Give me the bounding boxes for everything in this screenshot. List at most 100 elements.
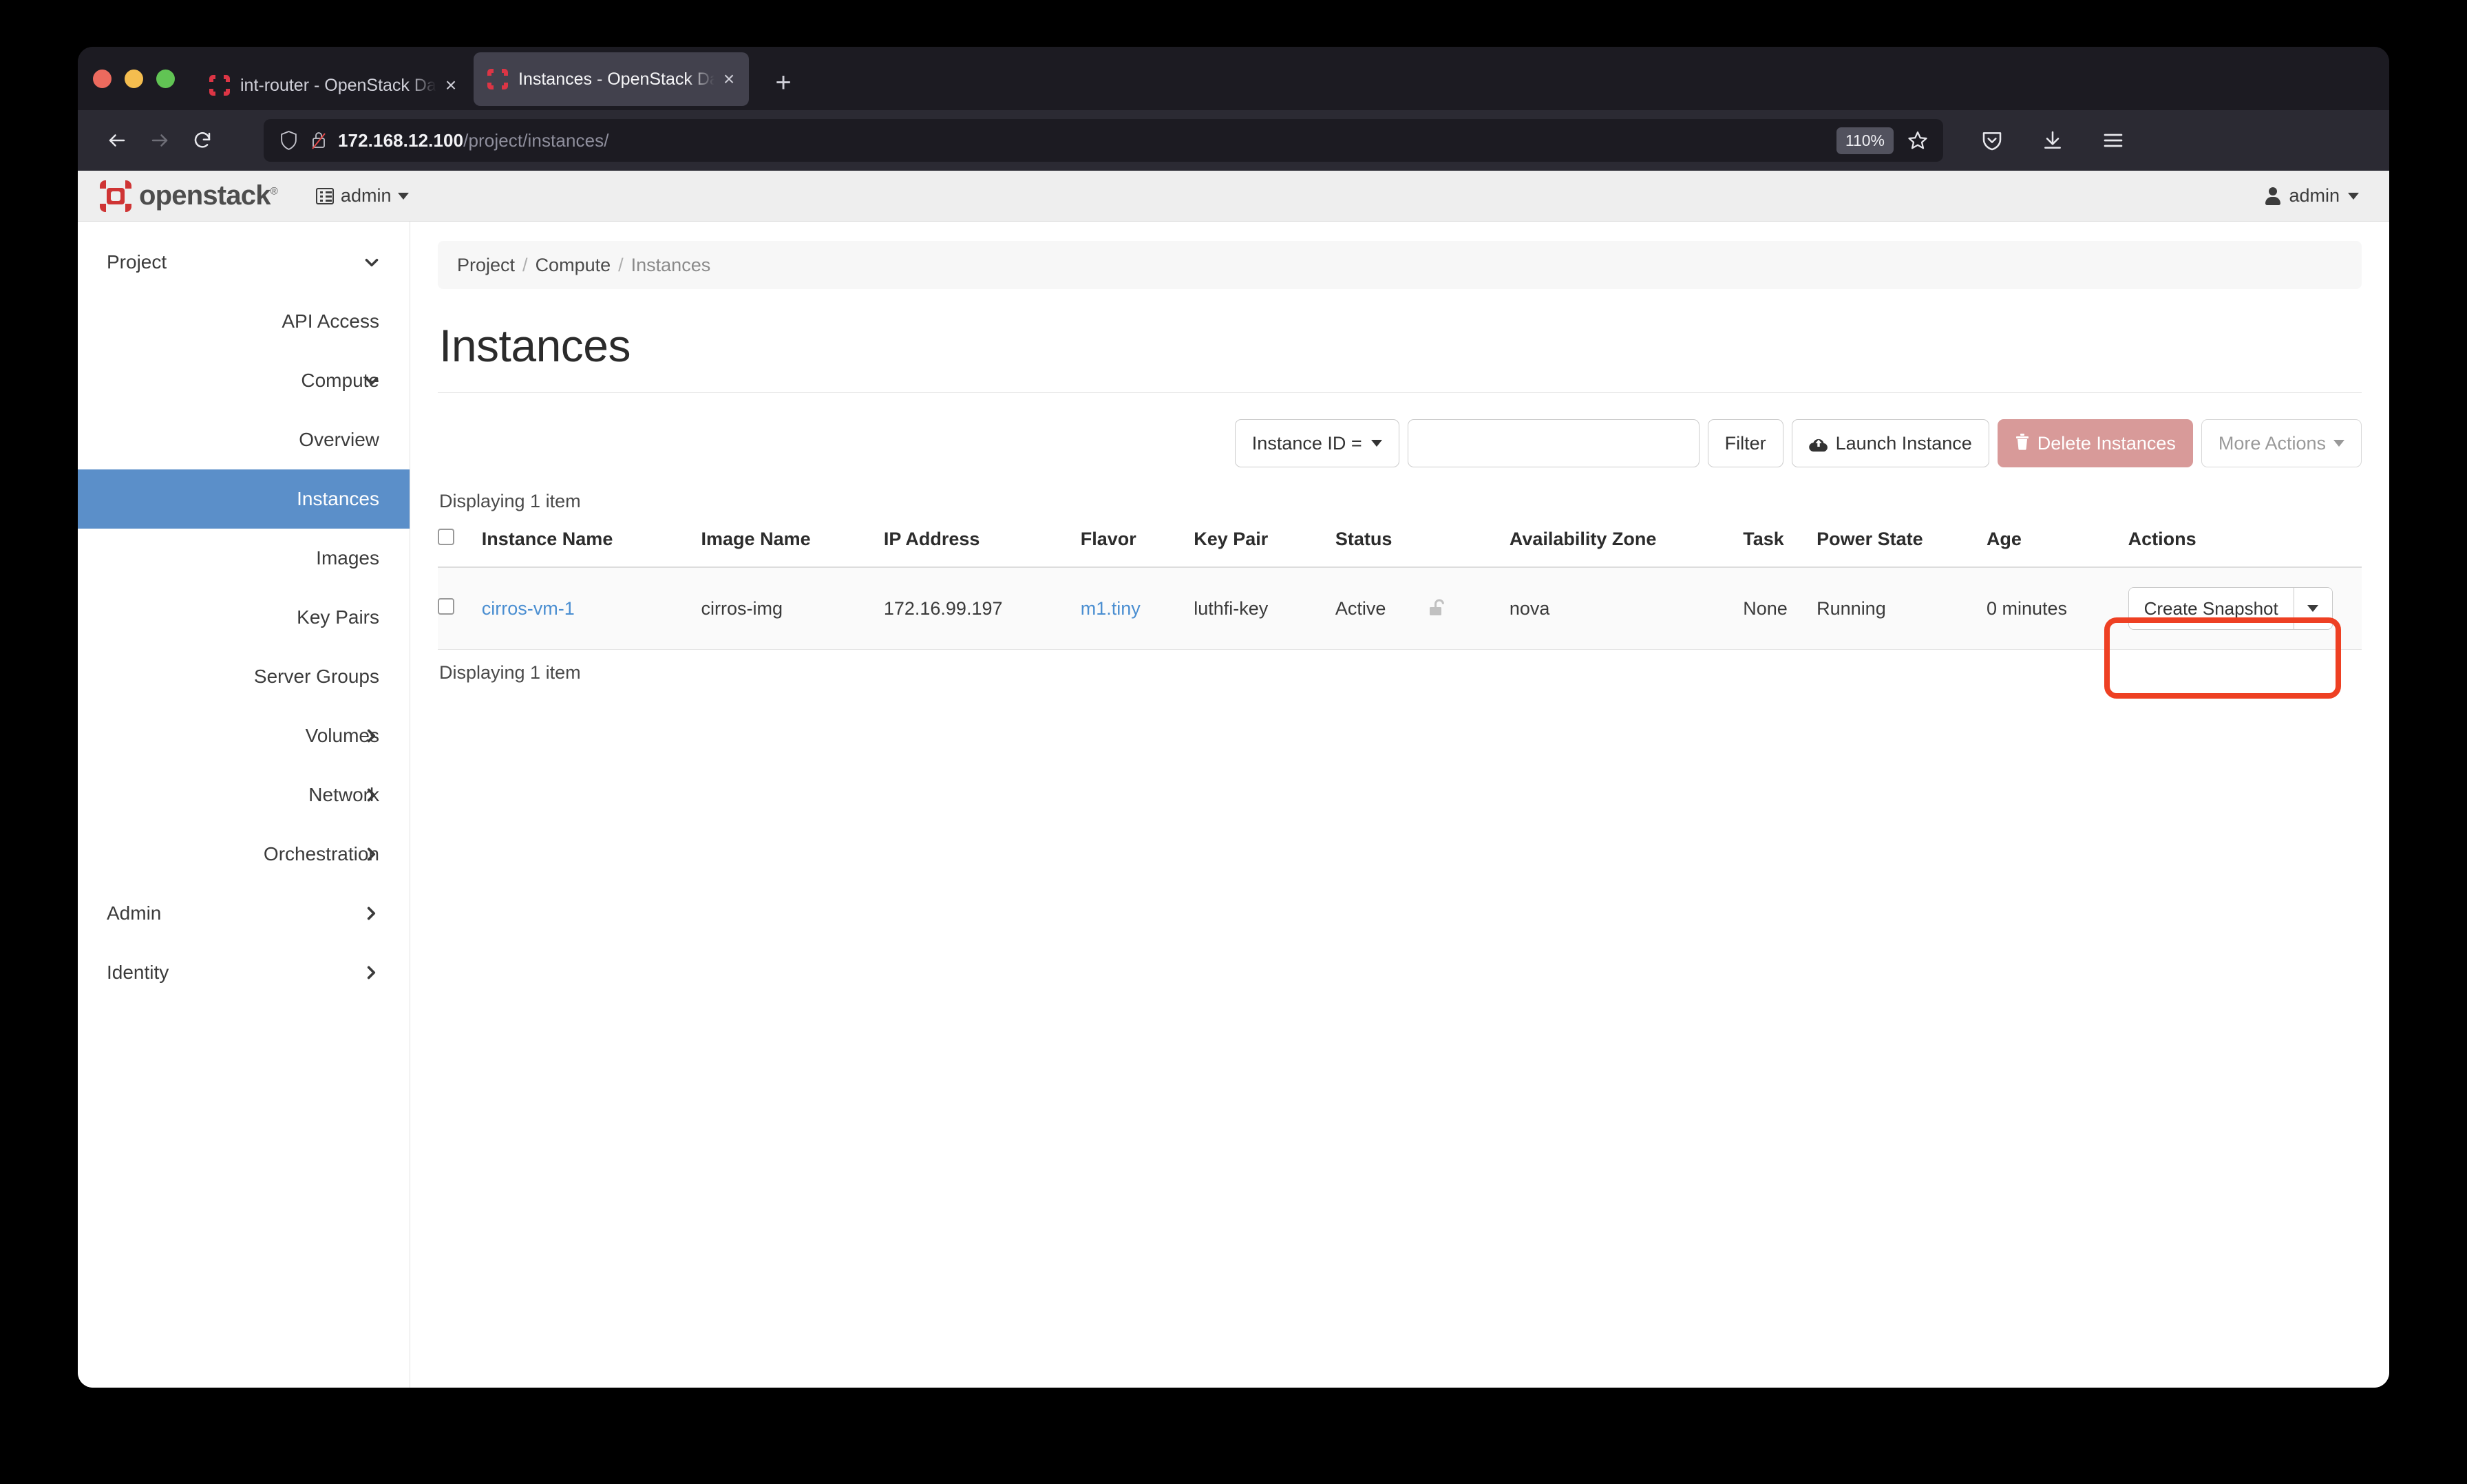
openstack-logo-icon: [98, 178, 133, 213]
sidebar-item-orchestration[interactable]: Orchestration: [78, 825, 410, 884]
sidebar-item-label: Compute: [301, 370, 379, 391]
registered-mark: ®: [270, 185, 278, 198]
downloads-icon[interactable]: [2031, 119, 2074, 162]
column-header-power-state[interactable]: Power State: [1817, 523, 1987, 568]
main-content: Project / Compute / Instances Instances …: [410, 222, 2389, 1388]
browser-nav-bar: 172.168.12.100/project/instances/ 110%: [78, 110, 2389, 171]
chevron-down-icon: [1370, 440, 1382, 447]
chevron-right-icon: [363, 904, 381, 922]
sidebar-item-compute[interactable]: Compute: [78, 351, 410, 410]
cell-ip-address: 172.16.99.197: [883, 567, 1081, 650]
chevron-right-icon: [363, 727, 381, 745]
openstack-favicon-icon: [487, 69, 508, 89]
instance-name-link[interactable]: cirros-vm-1: [482, 598, 575, 619]
status-text: Active: [1335, 597, 1386, 619]
zoom-level-badge[interactable]: 110%: [1836, 127, 1894, 154]
close-icon[interactable]: ×: [717, 67, 741, 91]
sidebar-item-server-groups[interactable]: Server Groups: [78, 647, 410, 706]
browser-tab-strip: int-router - OpenStack Dashboard × Insta…: [78, 47, 2389, 110]
sidebar-item-label: Admin: [107, 902, 162, 924]
unlock-icon[interactable]: [1428, 598, 1448, 619]
select-all-checkbox[interactable]: [438, 529, 454, 545]
openstack-header: openstack® admin admin: [78, 171, 2389, 222]
openstack-logo[interactable]: openstack®: [98, 178, 278, 213]
sidebar-item-network[interactable]: Network: [78, 765, 410, 825]
sidebar-item-api-access[interactable]: API Access: [78, 292, 410, 351]
forward-icon[interactable]: [138, 119, 181, 162]
column-header-ip-address[interactable]: IP Address: [883, 523, 1081, 568]
column-header-image-name[interactable]: Image Name: [701, 523, 884, 568]
row-checkbox[interactable]: [438, 597, 454, 615]
list-icon: [315, 187, 334, 204]
window-controls: [93, 47, 195, 110]
table-row: cirros-vm-1 cirros-img 172.16.99.197 m1.…: [438, 567, 2362, 650]
breadcrumb-separator: /: [522, 254, 528, 275]
openstack-logo-text: openstack®: [139, 180, 278, 211]
breadcrumb-item-project[interactable]: Project: [457, 255, 515, 276]
row-actions-group: Create Snapshot: [2128, 587, 2333, 630]
breadcrumb-item-compute[interactable]: Compute: [536, 255, 611, 276]
sidebar-item-identity[interactable]: Identity: [78, 943, 410, 1002]
chevron-down-icon: [2307, 605, 2319, 612]
url-host: 172.168.12.100: [338, 129, 464, 151]
user-menu-label: admin: [2289, 185, 2340, 206]
sidebar-item-project[interactable]: Project: [78, 233, 410, 292]
close-window-button[interactable]: [93, 69, 112, 88]
create-snapshot-button[interactable]: Create Snapshot: [2128, 588, 2294, 629]
filter-button-label: Filter: [1724, 432, 1766, 454]
cell-status: Active: [1335, 567, 1510, 650]
app-menu-icon[interactable]: [2092, 119, 2135, 162]
sidebar: Project API Access Compute Overview Inst…: [78, 222, 410, 1388]
bookmark-star-icon[interactable]: [1902, 125, 1934, 156]
column-header-age[interactable]: Age: [1986, 523, 2128, 568]
new-tab-icon[interactable]: +: [764, 65, 803, 103]
more-actions-button[interactable]: More Actions: [2201, 419, 2362, 467]
sidebar-item-admin[interactable]: Admin: [78, 884, 410, 943]
launch-instance-button[interactable]: Launch Instance: [1791, 419, 1989, 467]
reload-icon[interactable]: [181, 119, 224, 162]
cell-flavor: m1.tiny: [1080, 567, 1194, 650]
sidebar-item-instances[interactable]: Instances: [78, 469, 410, 529]
browser-tab-int-router[interactable]: int-router - OpenStack Dashboard ×: [195, 61, 471, 110]
cell-actions: Create Snapshot: [2128, 567, 2362, 650]
sidebar-item-images[interactable]: Images: [78, 529, 410, 588]
shield-icon[interactable]: [273, 127, 304, 154]
filter-button[interactable]: Filter: [1707, 419, 1783, 467]
filter-input[interactable]: [1407, 419, 1700, 467]
url-text: 172.168.12.100/project/instances/: [338, 130, 609, 151]
column-header-instance-name[interactable]: Instance Name: [481, 523, 701, 568]
column-header-actions: Actions: [2128, 523, 2362, 568]
sidebar-item-overview[interactable]: Overview: [78, 410, 410, 469]
project-switcher[interactable]: admin: [315, 185, 410, 206]
user-menu[interactable]: admin: [2265, 185, 2359, 206]
pocket-save-icon[interactable]: [1971, 119, 2013, 162]
browser-toolbar-right: [1971, 119, 2135, 162]
sidebar-item-label: Orchestration: [263, 843, 379, 865]
filter-field-label: Instance ID =: [1251, 432, 1362, 454]
column-header-task[interactable]: Task: [1743, 523, 1817, 568]
breadcrumb-separator: /: [618, 254, 624, 275]
column-header-availability-zone[interactable]: Availability Zone: [1509, 523, 1744, 568]
minimize-window-button[interactable]: [125, 69, 143, 88]
sidebar-item-label: Network: [308, 784, 379, 805]
close-icon[interactable]: ×: [439, 74, 463, 97]
browser-tab-instances[interactable]: Instances - OpenStack Dashboard ×: [474, 52, 749, 106]
lock-crossed-out-icon[interactable]: [304, 127, 334, 154]
back-icon[interactable]: [96, 119, 138, 162]
column-header-status[interactable]: Status: [1335, 523, 1510, 568]
filter-field-select[interactable]: Instance ID =: [1234, 419, 1399, 467]
maximize-window-button[interactable]: [156, 69, 175, 88]
delete-instances-button[interactable]: Delete Instances: [1997, 419, 2193, 467]
row-actions-dropdown-toggle[interactable]: [2293, 588, 2332, 629]
cell-power-state: Running: [1817, 567, 1987, 650]
sidebar-item-volumes[interactable]: Volumes: [78, 706, 410, 765]
flavor-link[interactable]: m1.tiny: [1081, 598, 1141, 619]
column-header-flavor[interactable]: Flavor: [1080, 523, 1194, 568]
url-bar[interactable]: 172.168.12.100/project/instances/ 110%: [264, 119, 1943, 162]
cloud-upload-icon: [1808, 436, 1828, 452]
column-header-key-pair[interactable]: Key Pair: [1194, 523, 1335, 568]
title-divider: [438, 392, 2362, 393]
chevron-right-icon: [363, 786, 381, 804]
cell-availability-zone: nova: [1509, 567, 1744, 650]
sidebar-item-key-pairs[interactable]: Key Pairs: [78, 588, 410, 647]
